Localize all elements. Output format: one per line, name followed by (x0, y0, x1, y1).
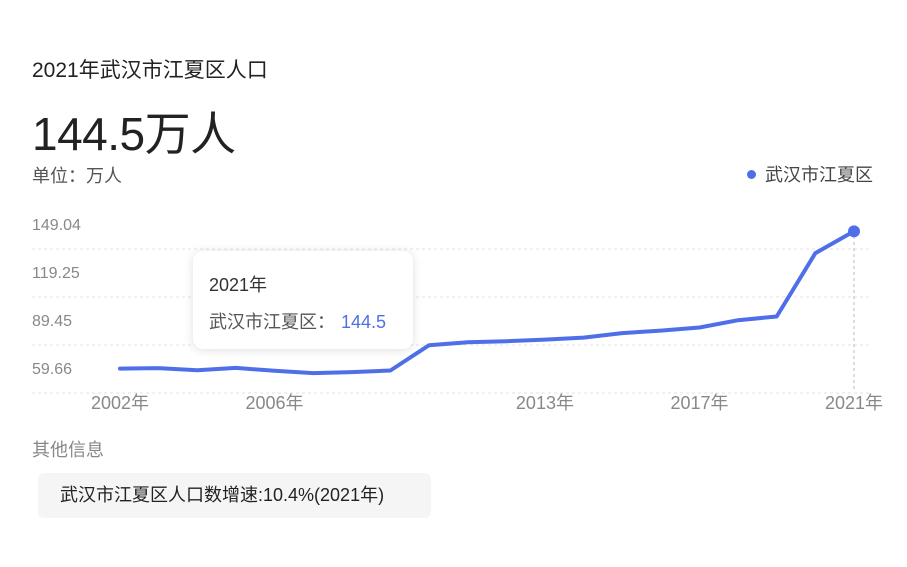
data-point[interactable] (542, 337, 548, 343)
x-tick-label: 2021年 (825, 393, 883, 413)
data-point[interactable] (581, 335, 587, 341)
x-tick-label: 2002年 (91, 393, 149, 413)
tooltip-row: 武汉市江夏区： 144.5 (209, 308, 386, 334)
data-point[interactable] (387, 368, 393, 374)
data-point[interactable] (310, 370, 316, 376)
growth-rate-chip[interactable]: 武汉市江夏区人口数增速:10.4%(2021年) (38, 473, 431, 518)
y-tick-label: 59.66 (32, 361, 72, 378)
data-point[interactable] (194, 367, 200, 373)
data-point[interactable] (696, 324, 702, 330)
tooltip-value: 144.5 (341, 312, 387, 332)
data-point[interactable] (156, 365, 162, 371)
data-point[interactable] (619, 330, 625, 336)
data-tooltip: 2021年 武汉市江夏区： 144.5 (193, 251, 413, 349)
y-tick-label: 149.04 (32, 217, 81, 234)
data-point[interactable] (426, 342, 432, 348)
highlighted-data-point[interactable] (848, 225, 860, 238)
data-point[interactable] (812, 250, 818, 256)
data-point[interactable] (233, 365, 239, 371)
tooltip-series-name: 武汉市江夏区： (209, 312, 335, 332)
x-tick-label: 2017年 (670, 393, 728, 413)
y-tick-label: 89.45 (32, 313, 72, 330)
data-point[interactable] (272, 368, 278, 374)
y-tick-label: 119.25 (32, 265, 80, 282)
x-tick-label: 2013年 (516, 393, 574, 413)
data-point[interactable] (503, 338, 509, 344)
data-point[interactable] (465, 339, 471, 345)
data-point[interactable] (774, 314, 780, 320)
other-info-label: 其他信息 (32, 440, 104, 460)
x-tick-label: 2006年 (246, 393, 304, 413)
data-point[interactable] (117, 366, 123, 372)
data-point[interactable] (349, 369, 355, 375)
data-point[interactable] (658, 328, 664, 334)
tooltip-year: 2021年 (209, 275, 268, 295)
data-point[interactable] (735, 317, 741, 323)
